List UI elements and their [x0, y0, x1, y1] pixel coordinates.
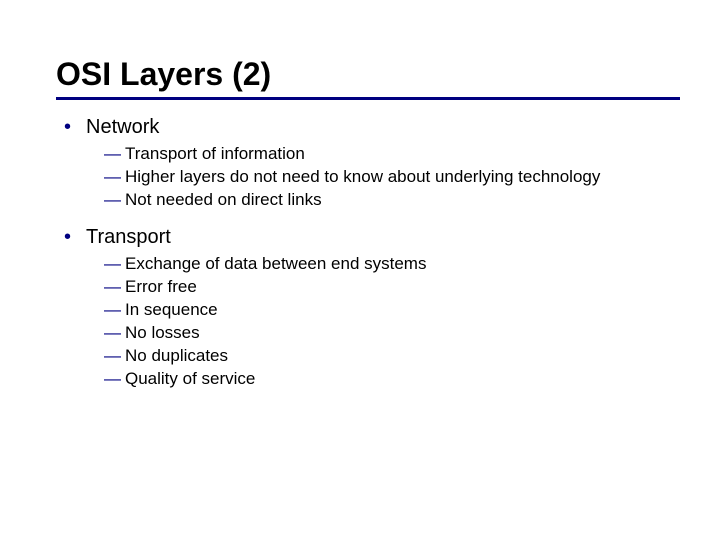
list-item: —No duplicates [104, 345, 680, 368]
bullet-list: •Network —Transport of information —High… [56, 114, 680, 390]
list-item: —Exchange of data between end systems [104, 253, 680, 276]
list-item: —In sequence [104, 299, 680, 322]
sub-list-transport: —Exchange of data between end systems —E… [64, 253, 680, 391]
dash-icon: — [104, 277, 121, 296]
bullet-icon: • [64, 224, 86, 251]
section-heading: Transport [86, 226, 171, 248]
item-text: Quality of service [125, 369, 255, 388]
dash-icon: — [104, 323, 121, 342]
dash-icon: — [104, 254, 121, 273]
dash-icon: — [104, 144, 121, 163]
section-heading: Network [86, 116, 159, 138]
list-item: —Error free [104, 276, 680, 299]
dash-icon: — [104, 190, 121, 209]
list-item: —Quality of service [104, 368, 680, 391]
item-text: Exchange of data between end systems [125, 254, 426, 273]
bullet-icon: • [64, 114, 86, 141]
dash-icon: — [104, 369, 121, 388]
section-transport: •Transport —Exchange of data between end… [64, 224, 680, 391]
item-text: In sequence [125, 300, 218, 319]
slide: OSI Layers (2) •Network —Transport of in… [0, 0, 720, 390]
dash-icon: — [104, 346, 121, 365]
dash-icon: — [104, 167, 121, 186]
item-text: No losses [125, 323, 200, 342]
item-text: Transport of information [125, 144, 305, 163]
slide-title: OSI Layers (2) [56, 56, 680, 93]
item-text: No duplicates [125, 346, 228, 365]
section-network: •Network —Transport of information —High… [64, 114, 680, 212]
list-item: —No losses [104, 322, 680, 345]
list-item: —Not needed on direct links [104, 189, 680, 212]
item-text: Higher layers do not need to know about … [125, 167, 600, 186]
dash-icon: — [104, 300, 121, 319]
list-item: —Higher layers do not need to know about… [104, 166, 680, 189]
title-underline [56, 97, 680, 100]
item-text: Error free [125, 277, 197, 296]
list-item: —Transport of information [104, 143, 680, 166]
sub-list-network: —Transport of information —Higher layers… [64, 143, 680, 212]
item-text: Not needed on direct links [125, 190, 322, 209]
